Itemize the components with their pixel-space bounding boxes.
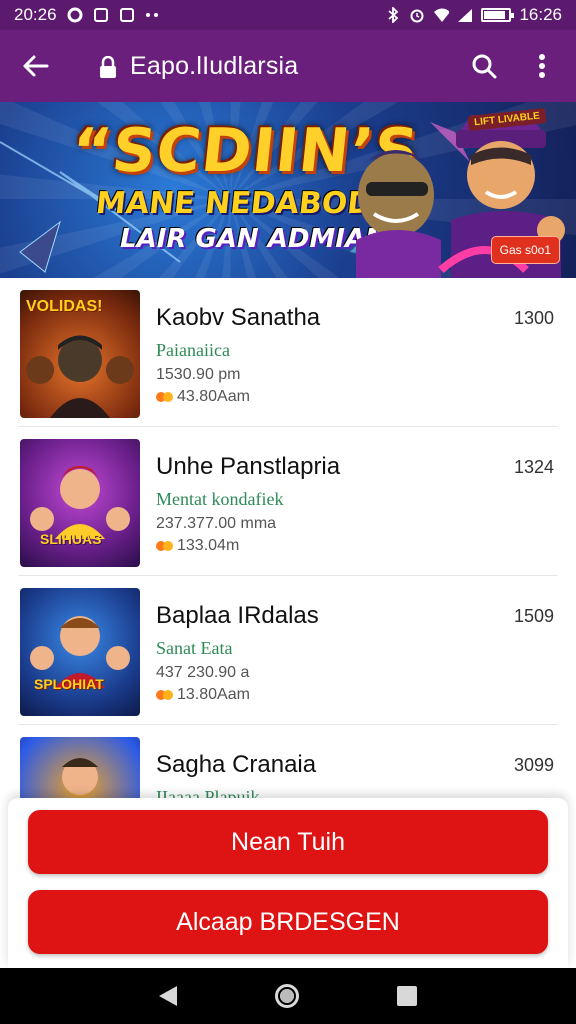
item-number: 3099 (513, 755, 554, 775)
status-bar: 20:26 16:26 (0, 0, 576, 30)
system-nav-bar (0, 968, 576, 1024)
item-subtitle: Mentat kondafiek (156, 489, 284, 509)
arrow-left-icon[interactable] (16, 46, 56, 86)
app-bar: Eapo.lIudlarsia (0, 30, 576, 102)
status-time-left: 20:26 (14, 5, 57, 24)
status-left: 20:26 (14, 5, 161, 25)
distance-icon (156, 392, 173, 402)
item-subtitle: Sanat Eata (156, 638, 233, 658)
banner-badge[interactable]: Gas s0o1 (490, 236, 560, 264)
item-distance: 13.80Aam (156, 686, 250, 704)
item-time: 1530.90 pm (156, 366, 241, 383)
lock-icon (98, 54, 118, 78)
battery-icon (481, 8, 515, 22)
item-name: Kaobv Sanatha (156, 304, 321, 331)
item-distance-value: 13.80Aam (177, 686, 250, 703)
item-name: Sagha Cranaia (156, 751, 317, 778)
item-number: 1509 (513, 606, 554, 626)
item-name: Baplaa IRdalas (156, 602, 319, 629)
more-icon (145, 7, 161, 23)
distance-icon (156, 541, 173, 551)
alarm-icon (409, 7, 425, 23)
search-icon[interactable] (466, 48, 502, 84)
secondary-action-button[interactable]: Alcaap BRDESGEN (28, 890, 548, 954)
distance-icon (156, 690, 173, 700)
status-time-right: 16:26 (519, 5, 562, 24)
thumbnail-title: VOLIDAS! (26, 298, 103, 315)
more-vertical-icon[interactable] (524, 48, 560, 84)
wifi-icon (433, 7, 450, 23)
item-distance-value: 133.04m (177, 537, 240, 554)
game-thumbnail: SPLOHIAT (20, 588, 140, 716)
recents-square-icon[interactable] (397, 986, 417, 1006)
status-right: 16:26 (385, 5, 562, 25)
image-icon (93, 7, 109, 23)
action-sheet: Nean Tuih Alcaap BRDESGEN (8, 798, 568, 968)
item-distance: 133.04m (156, 537, 239, 555)
thumbnail-title: SLIHUAS (40, 531, 102, 547)
item-number: 1300 (513, 308, 554, 328)
thumbnail-title: SPLOHIAT (34, 676, 104, 692)
item-time: 237.377.00 mma (156, 515, 277, 532)
game-thumbnail: SLIHUAS (20, 439, 140, 567)
promo-banner[interactable]: “SCDIIN’S MANE NEDABODEZ LAIR GAN ADMIAN… (0, 102, 576, 278)
item-distance-value: 43.80Aam (177, 388, 250, 405)
notification-icon (67, 7, 83, 23)
game-list: VOLIDAS! Kaobv Sanatha Paianaiica 1530.9… (0, 278, 576, 874)
bluetooth-icon (385, 7, 401, 23)
game-thumbnail: VOLIDAS! (20, 290, 140, 418)
page-title: Eapo.lIudlarsia (130, 51, 299, 80)
item-number: 1324 (513, 457, 554, 477)
signal-icon (457, 7, 473, 23)
home-circle-icon[interactable] (275, 984, 299, 1008)
primary-action-button[interactable]: Nean Tuih (28, 810, 548, 874)
item-distance: 43.80Aam (156, 388, 250, 406)
item-time: 437 230.90 a (156, 664, 250, 681)
list-item[interactable]: VOLIDAS! Kaobv Sanatha Paianaiica 1530.9… (18, 278, 558, 427)
list-item[interactable]: SLIHUAS Unhe Panstlapria Mentat kondafie… (18, 427, 558, 576)
item-name: Unhe Panstlapria (156, 453, 341, 480)
image-icon (119, 7, 135, 23)
back-triangle-icon[interactable] (159, 986, 177, 1006)
list-item[interactable]: SPLOHIAT Baplaa IRdalas Sanat Eata 437 2… (18, 576, 558, 725)
item-subtitle: Paianaiica (156, 340, 230, 360)
app-bar-actions (466, 48, 560, 84)
